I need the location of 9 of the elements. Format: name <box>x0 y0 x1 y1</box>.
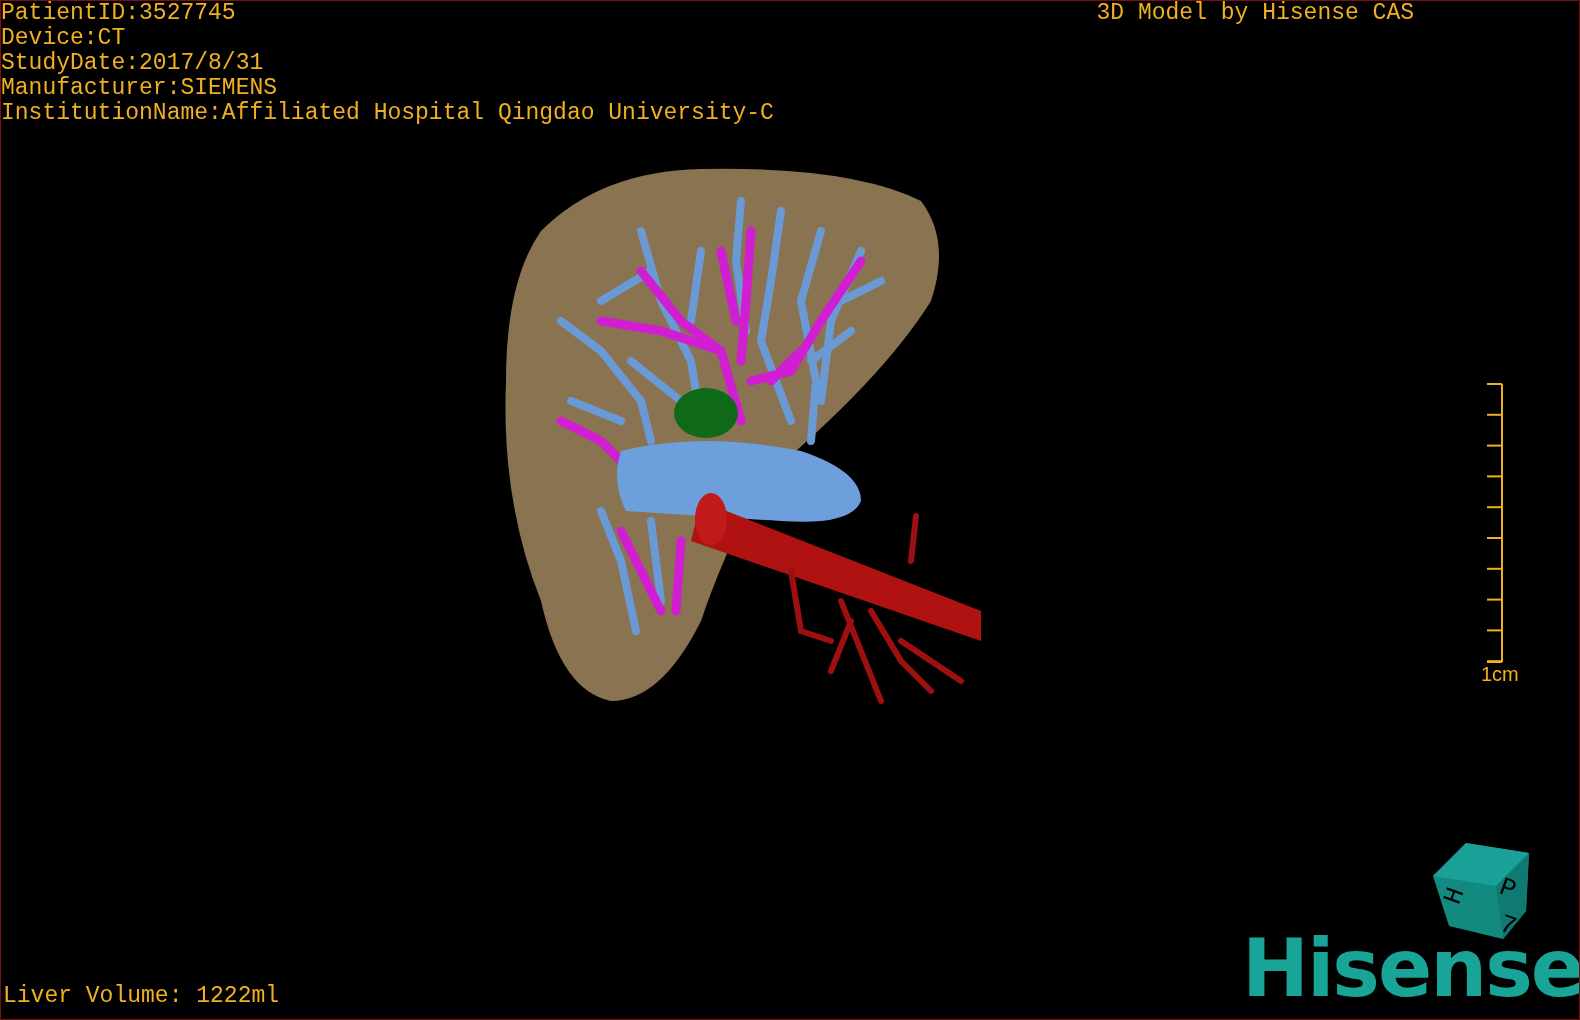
scale-label: 1cm <box>1481 663 1519 685</box>
patient-info-line: StudyDate:2017/8/31 <box>1 51 265 76</box>
patient-info-line: Manufacturer:SIEMENS <box>1 76 279 101</box>
patient-info-line: PatientID:3527745 <box>1 1 237 26</box>
orientation-cube[interactable]: H P 7 <box>1431 841 1531 941</box>
patient-info-line: InstitutionName:Affiliated Hospital Qingdao University-C <box>1 101 774 126</box>
viewer-title: 3D Model by Hisense CAS <box>1096 1 1414 26</box>
liver-volume-text: Liver Volume: 1222ml <box>3 984 280 1009</box>
patient-info-line: Device:CT <box>1 26 127 51</box>
